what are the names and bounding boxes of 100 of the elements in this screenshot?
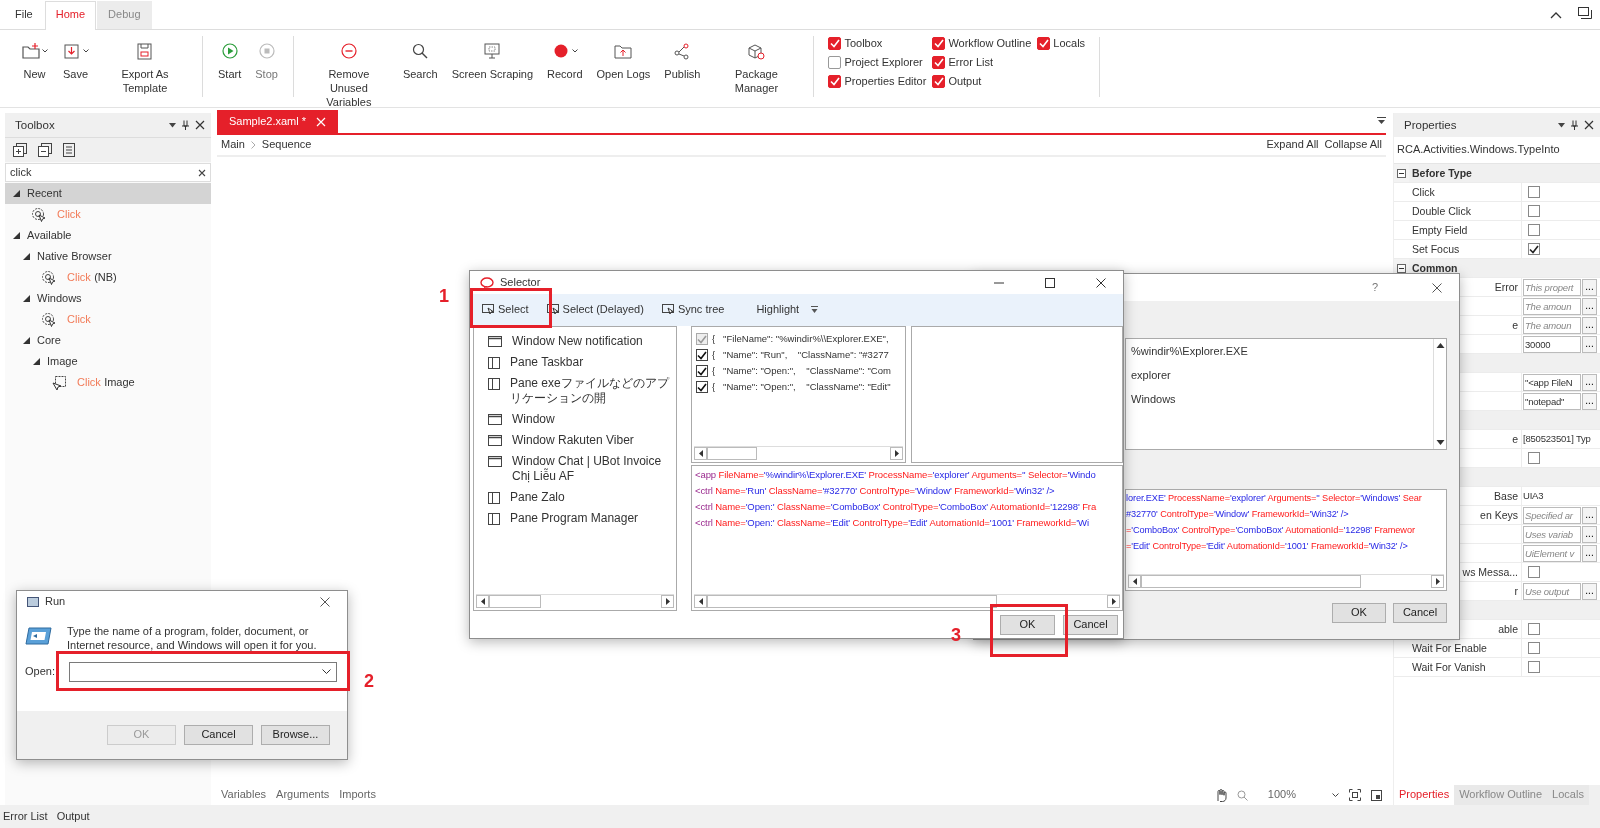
cancel-button[interactable]: Cancel: [1393, 603, 1447, 623]
designer-tab[interactable]: Imports: [339, 788, 376, 802]
caret-icon[interactable]: [169, 122, 176, 128]
checkbox[interactable]: [828, 56, 842, 70]
search-button[interactable]: Search: [395, 36, 445, 84]
ok-button[interactable]: OK: [1000, 614, 1055, 635]
arrow-up-icon[interactable]: [1434, 341, 1447, 350]
expanded-icon[interactable]: [13, 190, 20, 197]
cancel-button[interactable]: Cancel: [1063, 614, 1118, 635]
checkbox[interactable]: [1528, 452, 1540, 464]
dropdown-menu-icon[interactable]: [1377, 117, 1386, 125]
checkbox[interactable]: [1528, 623, 1540, 635]
open-combobox[interactable]: [68, 661, 337, 682]
hand-icon[interactable]: [1214, 788, 1227, 802]
save-button[interactable]: Save: [55, 36, 96, 84]
tree-item[interactable]: Windows: [5, 288, 211, 309]
chevron-down-icon[interactable]: [1332, 792, 1339, 798]
package-manager-button[interactable]: Package Manager: [707, 36, 806, 98]
ellipsis-button[interactable]: ...: [1582, 544, 1597, 562]
close-icon[interactable]: [319, 597, 330, 607]
horizontal-scrollbar[interactable]: [476, 594, 674, 608]
caret-icon[interactable]: [1558, 122, 1565, 128]
element-item[interactable]: Pane Zalo: [474, 487, 676, 508]
select-button[interactable]: Sync tree: [655, 301, 731, 319]
tree-item[interactable]: Core: [5, 330, 211, 351]
document-tab[interactable]: Sample2.xaml *: [217, 110, 339, 133]
tree-item[interactable]: Recent: [5, 183, 211, 204]
pin-icon[interactable]: [1571, 120, 1578, 130]
zoom-level[interactable]: 100%: [1267, 788, 1296, 802]
element-item[interactable]: Pane Taskbar: [474, 352, 676, 373]
property-field[interactable]: 30000: [1523, 335, 1581, 353]
record-button[interactable]: Record: [540, 36, 590, 84]
collapse-section-icon[interactable]: [1397, 263, 1406, 273]
property-field[interactable]: Specified ar: [1523, 506, 1581, 524]
arrow-left-icon[interactable]: [1132, 578, 1137, 585]
close-icon[interactable]: [1584, 120, 1594, 130]
list-icon[interactable]: [63, 143, 75, 157]
property-field[interactable]: This propert: [1523, 278, 1581, 296]
fit-screen-icon[interactable]: [1349, 789, 1361, 801]
property-field[interactable]: The amoun: [1523, 297, 1581, 315]
menu-tab[interactable]: Home: [44, 1, 97, 30]
checkbox[interactable]: [696, 349, 708, 361]
remove-variables-button[interactable]: Remove Unused Variables: [301, 36, 396, 112]
checkbox[interactable]: [1528, 566, 1540, 578]
horizontal-scrollbar[interactable]: [1128, 574, 1444, 588]
publish-button[interactable]: Publish: [657, 36, 708, 84]
arrow-right-icon[interactable]: [894, 449, 899, 457]
close-icon[interactable]: [1431, 282, 1442, 293]
ellipsis-button[interactable]: ...: [1582, 278, 1597, 296]
maximize-icon[interactable]: [1044, 277, 1055, 288]
collapse-all-icon[interactable]: [38, 143, 52, 157]
checkbox[interactable]: [1528, 205, 1540, 217]
open-logs-button[interactable]: Open Logs: [589, 36, 658, 84]
vertical-scrollbar[interactable]: [1433, 339, 1446, 449]
ellipsis-button[interactable]: ...: [1582, 316, 1597, 334]
element-item[interactable]: Pane exeファイルなどのアプリケーションの開: [474, 373, 676, 409]
close-icon[interactable]: [195, 120, 205, 130]
select-button[interactable]: Select (Delayed): [540, 301, 650, 319]
breadcrumb-link[interactable]: Sequence: [261, 138, 312, 152]
tree-item[interactable]: Available: [5, 225, 211, 246]
expanded-icon[interactable]: [23, 337, 30, 344]
checkbox[interactable]: [932, 56, 946, 70]
arrow-right-icon[interactable]: [1111, 598, 1116, 605]
arrow-left-icon[interactable]: [698, 598, 703, 605]
overview-icon[interactable]: [1371, 789, 1382, 801]
arrow-left-icon[interactable]: [698, 449, 703, 457]
horizontal-scrollbar[interactable]: [694, 445, 903, 460]
element-item[interactable]: Window: [474, 409, 676, 430]
highlight-button[interactable]: Highlight: [750, 301, 806, 319]
ellipsis-button[interactable]: ...: [1582, 335, 1597, 353]
checkbox[interactable]: [828, 75, 842, 89]
ellipsis-button[interactable]: ...: [1582, 373, 1597, 391]
dropdown-icon[interactable]: [811, 306, 819, 314]
ok-button[interactable]: OK: [1332, 603, 1386, 623]
clear-icon[interactable]: [198, 168, 206, 177]
property-field[interactable]: The amoun: [1523, 316, 1581, 334]
cancel-button[interactable]: Cancel: [184, 725, 253, 745]
checkbox[interactable]: [1528, 224, 1540, 236]
expanded-icon[interactable]: [33, 358, 40, 365]
ellipsis-button[interactable]: ...: [1582, 525, 1597, 543]
element-item[interactable]: Window New notification: [474, 331, 676, 352]
start-button[interactable]: Start: [211, 36, 249, 84]
arrow-right-icon[interactable]: [1435, 578, 1440, 585]
checkbox[interactable]: [932, 37, 946, 51]
new-button[interactable]: New: [14, 36, 55, 84]
arrow-right-icon[interactable]: [665, 598, 670, 605]
property-field[interactable]: "notepad": [1523, 392, 1581, 410]
activity-item[interactable]: Click (NB): [5, 267, 211, 288]
checkbox[interactable]: [1528, 243, 1540, 255]
collapse-section-icon[interactable]: [1397, 168, 1406, 178]
toolbar-link[interactable]: Collapse All: [1324, 138, 1382, 152]
toolbar-link[interactable]: Expand All: [1266, 138, 1319, 152]
search-field[interactable]: click: [5, 163, 211, 182]
horizontal-scrollbar[interactable]: [694, 594, 1120, 608]
checkbox[interactable]: [932, 75, 946, 89]
checkbox[interactable]: [696, 365, 708, 377]
checkbox[interactable]: [696, 381, 708, 393]
list-item[interactable]: Windows: [1131, 393, 1433, 417]
checkbox[interactable]: [1528, 661, 1540, 673]
property-field[interactable]: Use output: [1523, 582, 1581, 600]
